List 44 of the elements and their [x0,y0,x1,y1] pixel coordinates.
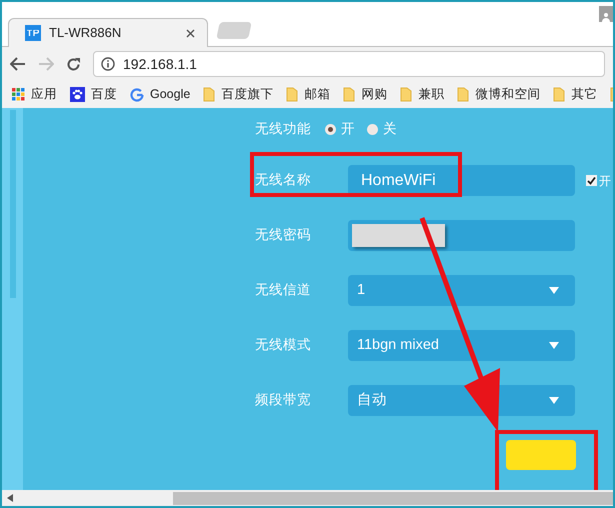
folder-icon [203,87,216,102]
address-bar[interactable]: 192.168.1.1 [93,51,605,77]
field-label: 无线名称 [255,171,312,190]
password-input-field[interactable] [348,220,575,251]
checkbox[interactable] [586,175,597,186]
radio-button[interactable] [325,124,336,134]
tab-title: TL-WR886N [49,24,122,42]
profile-icon[interactable] [599,6,613,22]
bookmark-item[interactable]: 百度旗下 [203,85,274,104]
radio-button[interactable] [367,124,378,134]
dropdown-caret-icon [549,287,559,294]
bookmark-item[interactable]: Google [130,85,190,104]
google-g-icon [130,88,144,102]
folder-icon [400,87,412,102]
info-icon [101,57,115,71]
dropdown-caret-icon [549,397,559,404]
close-icon[interactable] [186,28,195,38]
folder-icon [457,87,470,102]
bookmark-item[interactable]: 邮箱 [286,85,330,104]
field-label: 无线密码 [255,226,312,244]
field-label: 无线功能 [255,120,312,138]
bookmark-item[interactable]: 网购 [343,85,388,104]
bookmark-item[interactable]: 应用 [12,85,57,104]
vertical-scrollbar-thumb[interactable] [10,110,16,298]
dropdown-caret-icon [549,342,559,349]
apps-grid-icon [12,88,25,101]
browser-tab[interactable]: TL-WR886N [8,18,208,47]
field-label: 无线信道 [255,281,312,300]
folder-icon [286,87,298,102]
back-arrow-icon[interactable] [10,57,26,71]
bookmark-item[interactable]: 其它 [553,85,598,104]
horizontal-scrollbar-thumb[interactable] [173,492,613,504]
bookmark-item[interactable]: 兼职 [400,85,444,104]
field-label: 无线模式 [255,336,312,354]
reload-icon[interactable] [66,56,81,72]
url-text: 192.168.1.1 [123,54,197,74]
tp-logo-icon [25,25,41,41]
field-label: 频段带宽 [255,391,312,410]
folder-icon [553,87,566,102]
bookmark-item[interactable]: 微博和空间 [457,85,540,104]
bookmark-item[interactable]: 百度 [70,85,117,104]
paw-icon [70,87,85,102]
folder-icon [343,87,356,102]
scroll-left-arrow-icon[interactable] [7,494,13,502]
